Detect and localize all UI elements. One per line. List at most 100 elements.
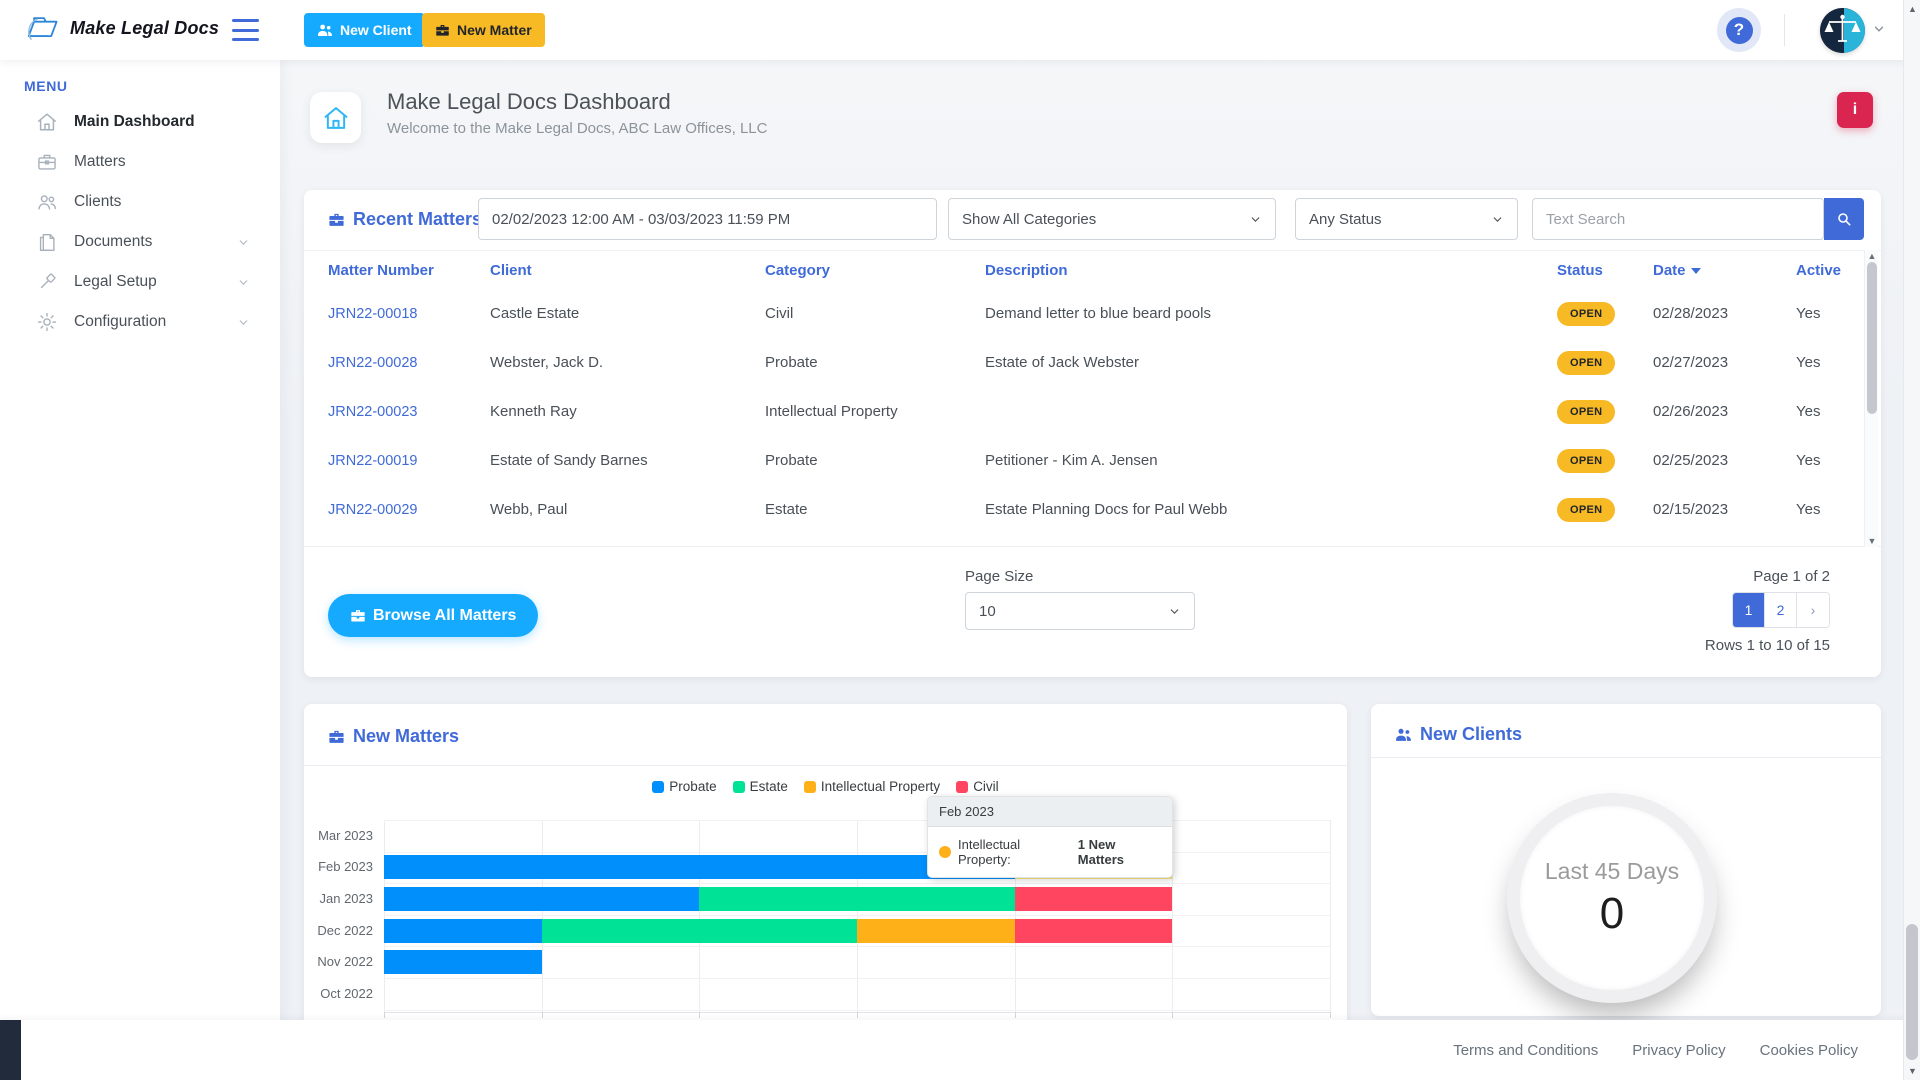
matter-number-link[interactable]: JRN22-00018	[328, 306, 417, 322]
bar-segment-probate[interactable]	[384, 950, 542, 974]
footer-link-terms-and-conditions[interactable]: Terms and Conditions	[1453, 1042, 1598, 1059]
cell-date: 02/27/2023	[1653, 354, 1796, 371]
pagination-next-button[interactable]: ›	[1797, 593, 1829, 627]
help-button[interactable]: ?	[1717, 8, 1761, 52]
info-button[interactable]: i	[1837, 92, 1873, 128]
sidebar-item-clients[interactable]: Clients	[0, 182, 280, 222]
date-range-input[interactable]	[478, 198, 937, 240]
scroll-up-icon[interactable]: ▲	[1865, 250, 1879, 262]
pagination-page-1[interactable]: 1	[1733, 593, 1765, 627]
new-clients-gauge: Last 45 Days 0	[1507, 793, 1717, 1003]
bar-segment-probate[interactable]	[384, 855, 1015, 879]
category-filter-select[interactable]: Show All Categories	[948, 198, 1276, 240]
gear-icon	[36, 311, 58, 333]
footer: Terms and Conditions Privacy Policy Cookie…	[0, 1020, 1920, 1080]
column-header-description[interactable]: Description	[985, 262, 1557, 279]
matter-number-link[interactable]: JRN22-00023	[328, 404, 417, 420]
pagination-page-2[interactable]: 2	[1765, 593, 1797, 627]
brand-logo: Make Legal Docs	[26, 13, 219, 43]
briefcase-icon	[435, 23, 450, 37]
bar-segment-probate[interactable]	[384, 919, 542, 943]
table-row: JRN22-00019Estate of Sandy BarnesProbate…	[304, 436, 1881, 485]
column-header-date[interactable]: Date	[1653, 262, 1796, 279]
gridline	[384, 1010, 1330, 1011]
status-filter-select[interactable]: Any Status	[1295, 198, 1518, 240]
legend-item-probate[interactable]: Probate	[652, 779, 716, 794]
cell-status: OPEN	[1557, 498, 1653, 522]
users-icon	[1395, 726, 1412, 743]
column-header-category[interactable]: Category	[765, 262, 985, 279]
new-matter-button[interactable]: New Matter	[422, 13, 545, 47]
cell-client: Webster, Jack D.	[490, 354, 765, 371]
table-row: JRN22-00023Kenneth RayIntellectual Prope…	[304, 387, 1881, 436]
cell-date: 02/15/2023	[1653, 501, 1796, 518]
chart-tooltip-title: Feb 2023	[928, 797, 1172, 827]
footer-link-privacy-policy[interactable]: Privacy Policy	[1632, 1042, 1725, 1059]
page-scrollbar[interactable]: ▲ ▼	[1903, 0, 1920, 1080]
sidebar-item-main-dashboard[interactable]: Main Dashboard	[0, 102, 280, 142]
axis-tick	[1172, 1012, 1173, 1018]
legend-swatch	[956, 781, 968, 793]
cell-client: Kenneth Ray	[490, 403, 765, 420]
text-search-field[interactable]	[1532, 198, 1824, 240]
column-header-matter-number[interactable]: Matter Number	[328, 262, 490, 279]
scroll-up-icon[interactable]: ▲	[1904, 4, 1920, 14]
gauge-value: 0	[1600, 889, 1624, 939]
cell-client: Estate of Sandy Barnes	[490, 452, 765, 469]
sidebar-item-matters[interactable]: Matters	[0, 142, 280, 182]
table-scrollbar-thumb[interactable]	[1867, 262, 1877, 414]
legend-item-estate[interactable]: Estate	[733, 779, 788, 794]
brand-text: Make Legal Docs	[70, 18, 219, 39]
search-button[interactable]	[1824, 198, 1864, 240]
avatar-dropdown-chevron-icon[interactable]	[1872, 22, 1886, 36]
sidebar-item-label: Matters	[74, 153, 126, 171]
bar-segment-civil[interactable]	[1015, 887, 1173, 911]
footer-dark-strip	[0, 1020, 21, 1080]
browse-all-matters-button[interactable]: Browse All Matters	[328, 594, 538, 637]
new-matter-label: New Matter	[457, 22, 532, 38]
new-clients-card: New Clients Last 45 Days 0	[1371, 704, 1881, 1016]
column-header-active[interactable]: Active	[1796, 262, 1866, 279]
hamburger-menu-icon[interactable]	[232, 19, 259, 41]
gridline	[857, 820, 858, 1012]
column-header-status[interactable]: Status	[1557, 262, 1653, 279]
cell-matter-number: JRN22-00028	[328, 354, 490, 371]
bar-segment-probate[interactable]	[384, 887, 699, 911]
matter-number-link[interactable]: JRN22-00019	[328, 453, 417, 469]
cell-active: Yes	[1796, 354, 1866, 371]
new-client-button[interactable]: New Client	[304, 13, 425, 47]
cell-active: Yes	[1796, 305, 1866, 322]
home-icon	[36, 111, 58, 133]
page-scrollbar-thumb[interactable]	[1906, 924, 1918, 1060]
pagination: 12›	[1732, 592, 1830, 628]
user-avatar[interactable]	[1820, 8, 1865, 53]
briefcase-icon	[328, 211, 345, 228]
sidebar-item-configuration[interactable]: Configuration	[0, 302, 280, 342]
table-row: JRN22-00018Castle EstateCivilDemand lett…	[304, 289, 1881, 338]
matter-number-link[interactable]: JRN22-00029	[328, 502, 417, 518]
sidebar-item-legal-setup[interactable]: Legal Setup	[0, 262, 280, 302]
date-range-value[interactable]	[492, 211, 923, 228]
status-badge: OPEN	[1557, 302, 1615, 326]
matter-number-link[interactable]: JRN22-00028	[328, 355, 417, 371]
gavel-icon	[36, 271, 58, 293]
dashboard-home-icon-card	[310, 92, 361, 143]
sidebar-item-documents[interactable]: Documents	[0, 222, 280, 262]
footer-link-cookies-policy[interactable]: Cookies Policy	[1760, 1042, 1858, 1059]
table-scrollbar[interactable]: ▲ ▼	[1864, 250, 1878, 547]
scroll-down-icon[interactable]: ▼	[1904, 1066, 1920, 1076]
sidebar-item-label: Documents	[74, 233, 152, 251]
bar-segment-estate[interactable]	[699, 887, 1014, 911]
bar-segment-intellectual-property[interactable]	[857, 919, 1015, 943]
text-search-input[interactable]	[1546, 211, 1810, 228]
legend-item-civil[interactable]: Civil	[956, 779, 999, 794]
column-header-client[interactable]: Client	[490, 262, 765, 279]
axis-tick	[542, 1012, 543, 1018]
bar-segment-civil[interactable]	[1015, 919, 1173, 943]
bar-segment-estate[interactable]	[542, 919, 857, 943]
cell-category: Estate	[765, 501, 985, 518]
legend-item-intellectual-property[interactable]: Intellectual Property	[804, 779, 940, 794]
page-size-select[interactable]: 10	[965, 592, 1195, 630]
scroll-down-icon[interactable]: ▼	[1865, 535, 1879, 547]
new-clients-title: New Clients	[1395, 724, 1522, 745]
